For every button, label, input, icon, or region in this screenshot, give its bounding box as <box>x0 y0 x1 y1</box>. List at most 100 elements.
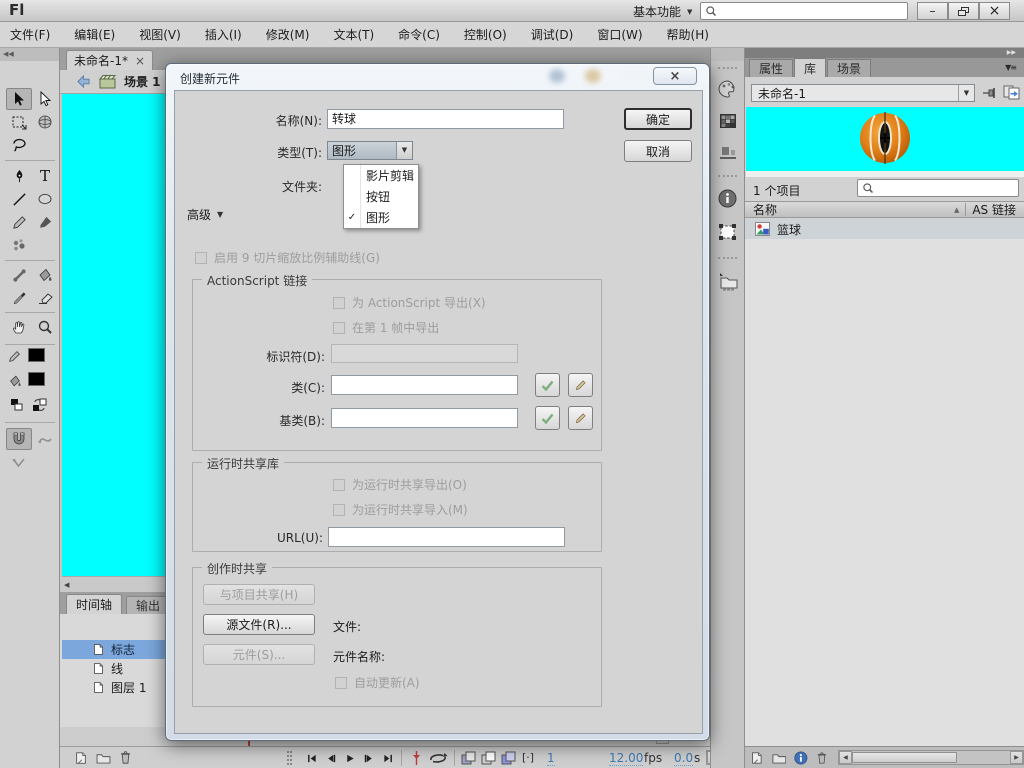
type-combobox[interactable]: 图形 ▼ <box>327 141 413 160</box>
menu-control[interactable]: 控制(O) <box>464 26 507 43</box>
step-back-button[interactable] <box>322 750 340 766</box>
line-tool[interactable] <box>6 188 32 210</box>
library-search-input[interactable] <box>857 179 1019 197</box>
modify-markers-button[interactable]: [·] <box>522 751 534 764</box>
tab-library[interactable]: 库 <box>794 58 827 77</box>
item-properties-button[interactable] <box>794 751 808 765</box>
center-frame-button[interactable] <box>411 750 422 766</box>
scroll-left-icon[interactable]: ◀ <box>838 751 852 764</box>
subselection-tool[interactable] <box>32 88 58 110</box>
ok-button[interactable]: 确定 <box>624 108 692 130</box>
play-button[interactable] <box>341 750 359 766</box>
text-tool[interactable]: T <box>32 165 58 187</box>
validate-class-button[interactable] <box>535 373 560 397</box>
menu-window[interactable]: 窗口(W) <box>597 26 642 43</box>
go-last-frame-button[interactable] <box>379 750 397 766</box>
straighten-tool[interactable] <box>6 452 32 474</box>
dialog-close-button[interactable]: × <box>653 67 697 85</box>
go-first-frame-button[interactable] <box>303 750 321 766</box>
frame-rate-hot-text[interactable]: 12.00 <box>609 751 644 766</box>
menu-text[interactable]: 文本(T) <box>333 26 374 43</box>
enable-9slice-checkbox[interactable]: 启用 9 切片缩放比例辅助线(G) <box>195 249 380 266</box>
default-colors-icon[interactable] <box>10 398 24 412</box>
step-forward-button[interactable] <box>360 750 378 766</box>
selection-tool[interactable] <box>6 88 32 110</box>
tab-timeline[interactable]: 时间轴 <box>66 594 123 614</box>
fill-color-swatch[interactable] <box>28 372 45 386</box>
delete-item-button[interactable] <box>816 751 828 765</box>
scrollbar-thumb[interactable] <box>851 752 957 763</box>
tab-close-icon[interactable]: × <box>135 54 145 68</box>
lasso-tool[interactable] <box>6 134 32 156</box>
search-input[interactable] <box>700 2 908 20</box>
transform-panel-button[interactable] <box>711 215 744 249</box>
source-file-button[interactable]: 源文件(R)... <box>203 614 315 635</box>
tab-output[interactable]: 输出 <box>126 596 171 614</box>
code-snippets-panel-button[interactable] <box>711 263 744 299</box>
info-panel-button[interactable] <box>711 181 744 215</box>
stroke-color-swatch[interactable] <box>28 348 45 362</box>
panel-menu-icon[interactable]: ▼≡ <box>1005 63 1017 72</box>
oval-tool[interactable] <box>32 188 58 210</box>
eyedropper-tool[interactable] <box>6 287 32 309</box>
symbol-button[interactable]: 元件(S)... <box>203 644 315 665</box>
smooth-tool[interactable] <box>32 428 58 450</box>
column-as-linkage-header[interactable]: AS 链接 <box>972 201 1016 218</box>
menu-option-button[interactable]: 按钮 <box>344 186 418 207</box>
swap-colors-icon[interactable] <box>32 398 47 412</box>
symbol-name-input[interactable]: 转球 <box>327 109 564 129</box>
loop-playback-button[interactable] <box>428 752 448 764</box>
auto-update-checkbox[interactable]: 自动更新(A) <box>335 674 420 691</box>
import-runtime-sharing-checkbox[interactable]: 为运行时共享导入(M) <box>333 501 468 518</box>
workspace-switcher[interactable]: 基本功能 ▼ <box>633 3 692 20</box>
current-frame-hot-text[interactable]: 1 <box>547 751 555 766</box>
onion-skin-outlines-button[interactable] <box>481 751 496 765</box>
library-document-select[interactable]: 未命名-1 ▼ <box>751 84 975 102</box>
new-folder-button[interactable] <box>772 752 787 764</box>
document-tab[interactable]: 未命名-1* × <box>66 50 154 70</box>
pencil-tool[interactable] <box>6 211 32 233</box>
back-arrow-icon[interactable] <box>76 75 91 88</box>
collapse-dock-icon[interactable]: ▶▶ <box>745 48 1024 58</box>
layer-row[interactable]: 图层 1 <box>62 678 165 697</box>
menu-modify[interactable]: 修改(M) <box>266 26 310 43</box>
rotation-3d-tool[interactable] <box>32 111 58 133</box>
minimize-button[interactable]: – <box>917 2 948 20</box>
class-input[interactable] <box>331 375 518 395</box>
delete-layer-button[interactable] <box>119 750 132 765</box>
sort-ascending-icon[interactable]: ▲ <box>954 206 959 214</box>
restore-button[interactable] <box>948 2 979 20</box>
menu-edit[interactable]: 编辑(E) <box>74 26 115 43</box>
new-symbol-button[interactable] <box>750 751 764 765</box>
menu-insert[interactable]: 插入(I) <box>205 26 242 43</box>
tab-properties[interactable]: 属性 <box>749 58 794 77</box>
pen-tool[interactable] <box>6 165 32 187</box>
drag-handle[interactable] <box>287 751 292 765</box>
advanced-toggle[interactable]: 高级 ▼ <box>187 206 223 223</box>
menu-option-movieclip[interactable]: 影片剪辑 <box>344 165 418 186</box>
library-h-scrollbar[interactable]: ◀ ▶ <box>837 750 1024 765</box>
validate-base-class-button[interactable] <box>535 406 560 430</box>
pin-library-button[interactable] <box>982 86 997 100</box>
swatches-panel-button[interactable] <box>711 105 744 137</box>
menu-view[interactable]: 视图(V) <box>139 26 181 43</box>
eraser-tool[interactable] <box>32 287 58 309</box>
tab-scene[interactable]: 场景 <box>827 58 872 77</box>
menu-commands[interactable]: 命令(C) <box>398 26 440 43</box>
new-folder-button[interactable] <box>96 752 111 764</box>
hand-tool[interactable] <box>6 316 32 338</box>
edit-class-button[interactable] <box>568 373 593 397</box>
color-panel-button[interactable] <box>711 73 744 105</box>
paint-bucket-tool[interactable] <box>32 264 58 286</box>
scene-label[interactable]: 场景 1 <box>124 73 161 90</box>
snap-to-objects-toggle[interactable] <box>6 428 32 450</box>
elapsed-time-hot-text[interactable]: 0.0 <box>674 751 694 766</box>
new-library-panel-button[interactable] <box>1003 84 1020 100</box>
column-name-header[interactable]: 名称 <box>753 201 777 218</box>
deco-tool[interactable] <box>6 234 32 256</box>
layer-row[interactable]: 线 <box>62 659 165 678</box>
onion-skin-button[interactable] <box>461 751 476 765</box>
edit-base-class-button[interactable] <box>568 406 593 430</box>
layer-row-selected[interactable]: 标志 <box>62 640 165 659</box>
export-for-actionscript-checkbox[interactable]: 为 ActionScript 导出(X) <box>333 294 486 311</box>
